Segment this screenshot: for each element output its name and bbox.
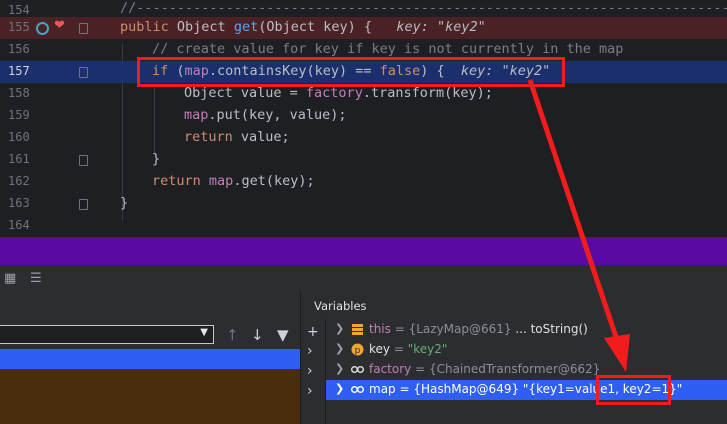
watch-icon (351, 366, 364, 373)
thread-selector[interactable]: ▼ (0, 325, 214, 344)
watch-icon (351, 386, 364, 393)
chevron-down-icon: ▼ (200, 327, 208, 338)
code-line: 160 return value; (0, 127, 727, 149)
add-watch-icon[interactable]: + (307, 324, 319, 340)
frame-row-selected[interactable] (0, 349, 300, 369)
chevron-right-icon[interactable]: ❯ (335, 362, 344, 375)
code-text: Object value = factory.transform(key); (184, 85, 493, 101)
chevron-right-icon[interactable]: ❯ (335, 342, 344, 355)
line-number: 158 (8, 86, 30, 100)
code-line: 161 } (0, 149, 727, 171)
inline-value-hint: key: "key2" (396, 19, 486, 35)
code-line: 159 map.put(key, value); (0, 105, 727, 127)
code-line-breakpoint: 155 ❤ public Object get(Object key) { ke… (0, 17, 727, 39)
line-number: 164 (8, 218, 30, 232)
annotation-box-condition (137, 57, 565, 87)
variables-title: Variables (314, 299, 367, 313)
line-number: 154 (8, 3, 30, 17)
frames-panel: ▼ ↑ ↓ ▼ (0, 292, 300, 424)
breakpoint-check-icon[interactable]: ❤ (54, 18, 65, 33)
arrow-up-icon[interactable]: ↑ (226, 326, 239, 344)
threads-layout-icon[interactable]: ☰ (30, 271, 42, 286)
debug-status-bar (0, 237, 727, 265)
fold-icon[interactable] (79, 155, 88, 166)
code-text: return value; (184, 129, 290, 145)
code-text: // create value for key if key is not cu… (152, 41, 624, 57)
arrow-down-icon[interactable]: ↓ (251, 326, 264, 344)
line-number: 155 (8, 20, 30, 34)
field-icon (352, 324, 363, 335)
chevron-right-icon[interactable]: › (307, 363, 313, 379)
code-text: } (152, 151, 161, 167)
debug-toolbar: ▦ ☰ (0, 265, 727, 293)
line-number: 161 (8, 152, 30, 166)
line-number: 159 (8, 108, 30, 122)
chevron-right-icon[interactable]: ❯ (335, 322, 344, 335)
code-text: public Object get(Object key) { key: "ke… (120, 19, 486, 35)
fold-icon[interactable] (79, 67, 88, 78)
annotation-box-map-value (596, 375, 671, 405)
method-breakpoint-icon[interactable] (36, 22, 49, 35)
chevron-right-icon[interactable]: › (307, 383, 313, 399)
fold-icon[interactable] (79, 23, 88, 34)
code-line: 163 } (0, 193, 727, 215)
code-line: 162 return map.get(key); (0, 171, 727, 193)
code-text: map.put(key, value); (184, 107, 347, 123)
line-number: 163 (8, 196, 30, 210)
variable-text: factory = {ChainedTransformer@662} (369, 362, 601, 376)
code-editor[interactable]: 154 //----------------------------------… (0, 0, 727, 237)
code-text: } (120, 195, 129, 211)
filter-icon[interactable]: ▼ (277, 326, 289, 344)
table-icon[interactable]: ▦ (4, 271, 16, 286)
line-number: 156 (8, 42, 30, 56)
code-line: 164 (0, 215, 727, 237)
frame-row[interactable] (0, 369, 300, 424)
chevron-right-icon[interactable]: › (307, 343, 313, 359)
code-text: return map.get(key); (152, 173, 315, 189)
variables-toolbar: + › › › (301, 319, 326, 424)
variable-row[interactable]: ❯ p key = "key2" (326, 340, 727, 360)
parameter-icon: p (351, 343, 364, 356)
chevron-right-icon[interactable]: ❯ (335, 382, 344, 395)
line-number: 162 (8, 174, 30, 188)
variable-text: this = {LazyMap@661} ... toString() (369, 322, 588, 336)
variable-row[interactable]: ❯ this = {LazyMap@661} ... toString() (326, 320, 727, 340)
fold-icon[interactable] (79, 199, 88, 210)
line-number: 160 (8, 130, 30, 144)
line-number: 157 (8, 64, 30, 78)
svg-text:p: p (355, 346, 361, 356)
variable-text: key = "key2" (369, 342, 448, 356)
code-text: //--------------------------------------… (120, 0, 727, 16)
